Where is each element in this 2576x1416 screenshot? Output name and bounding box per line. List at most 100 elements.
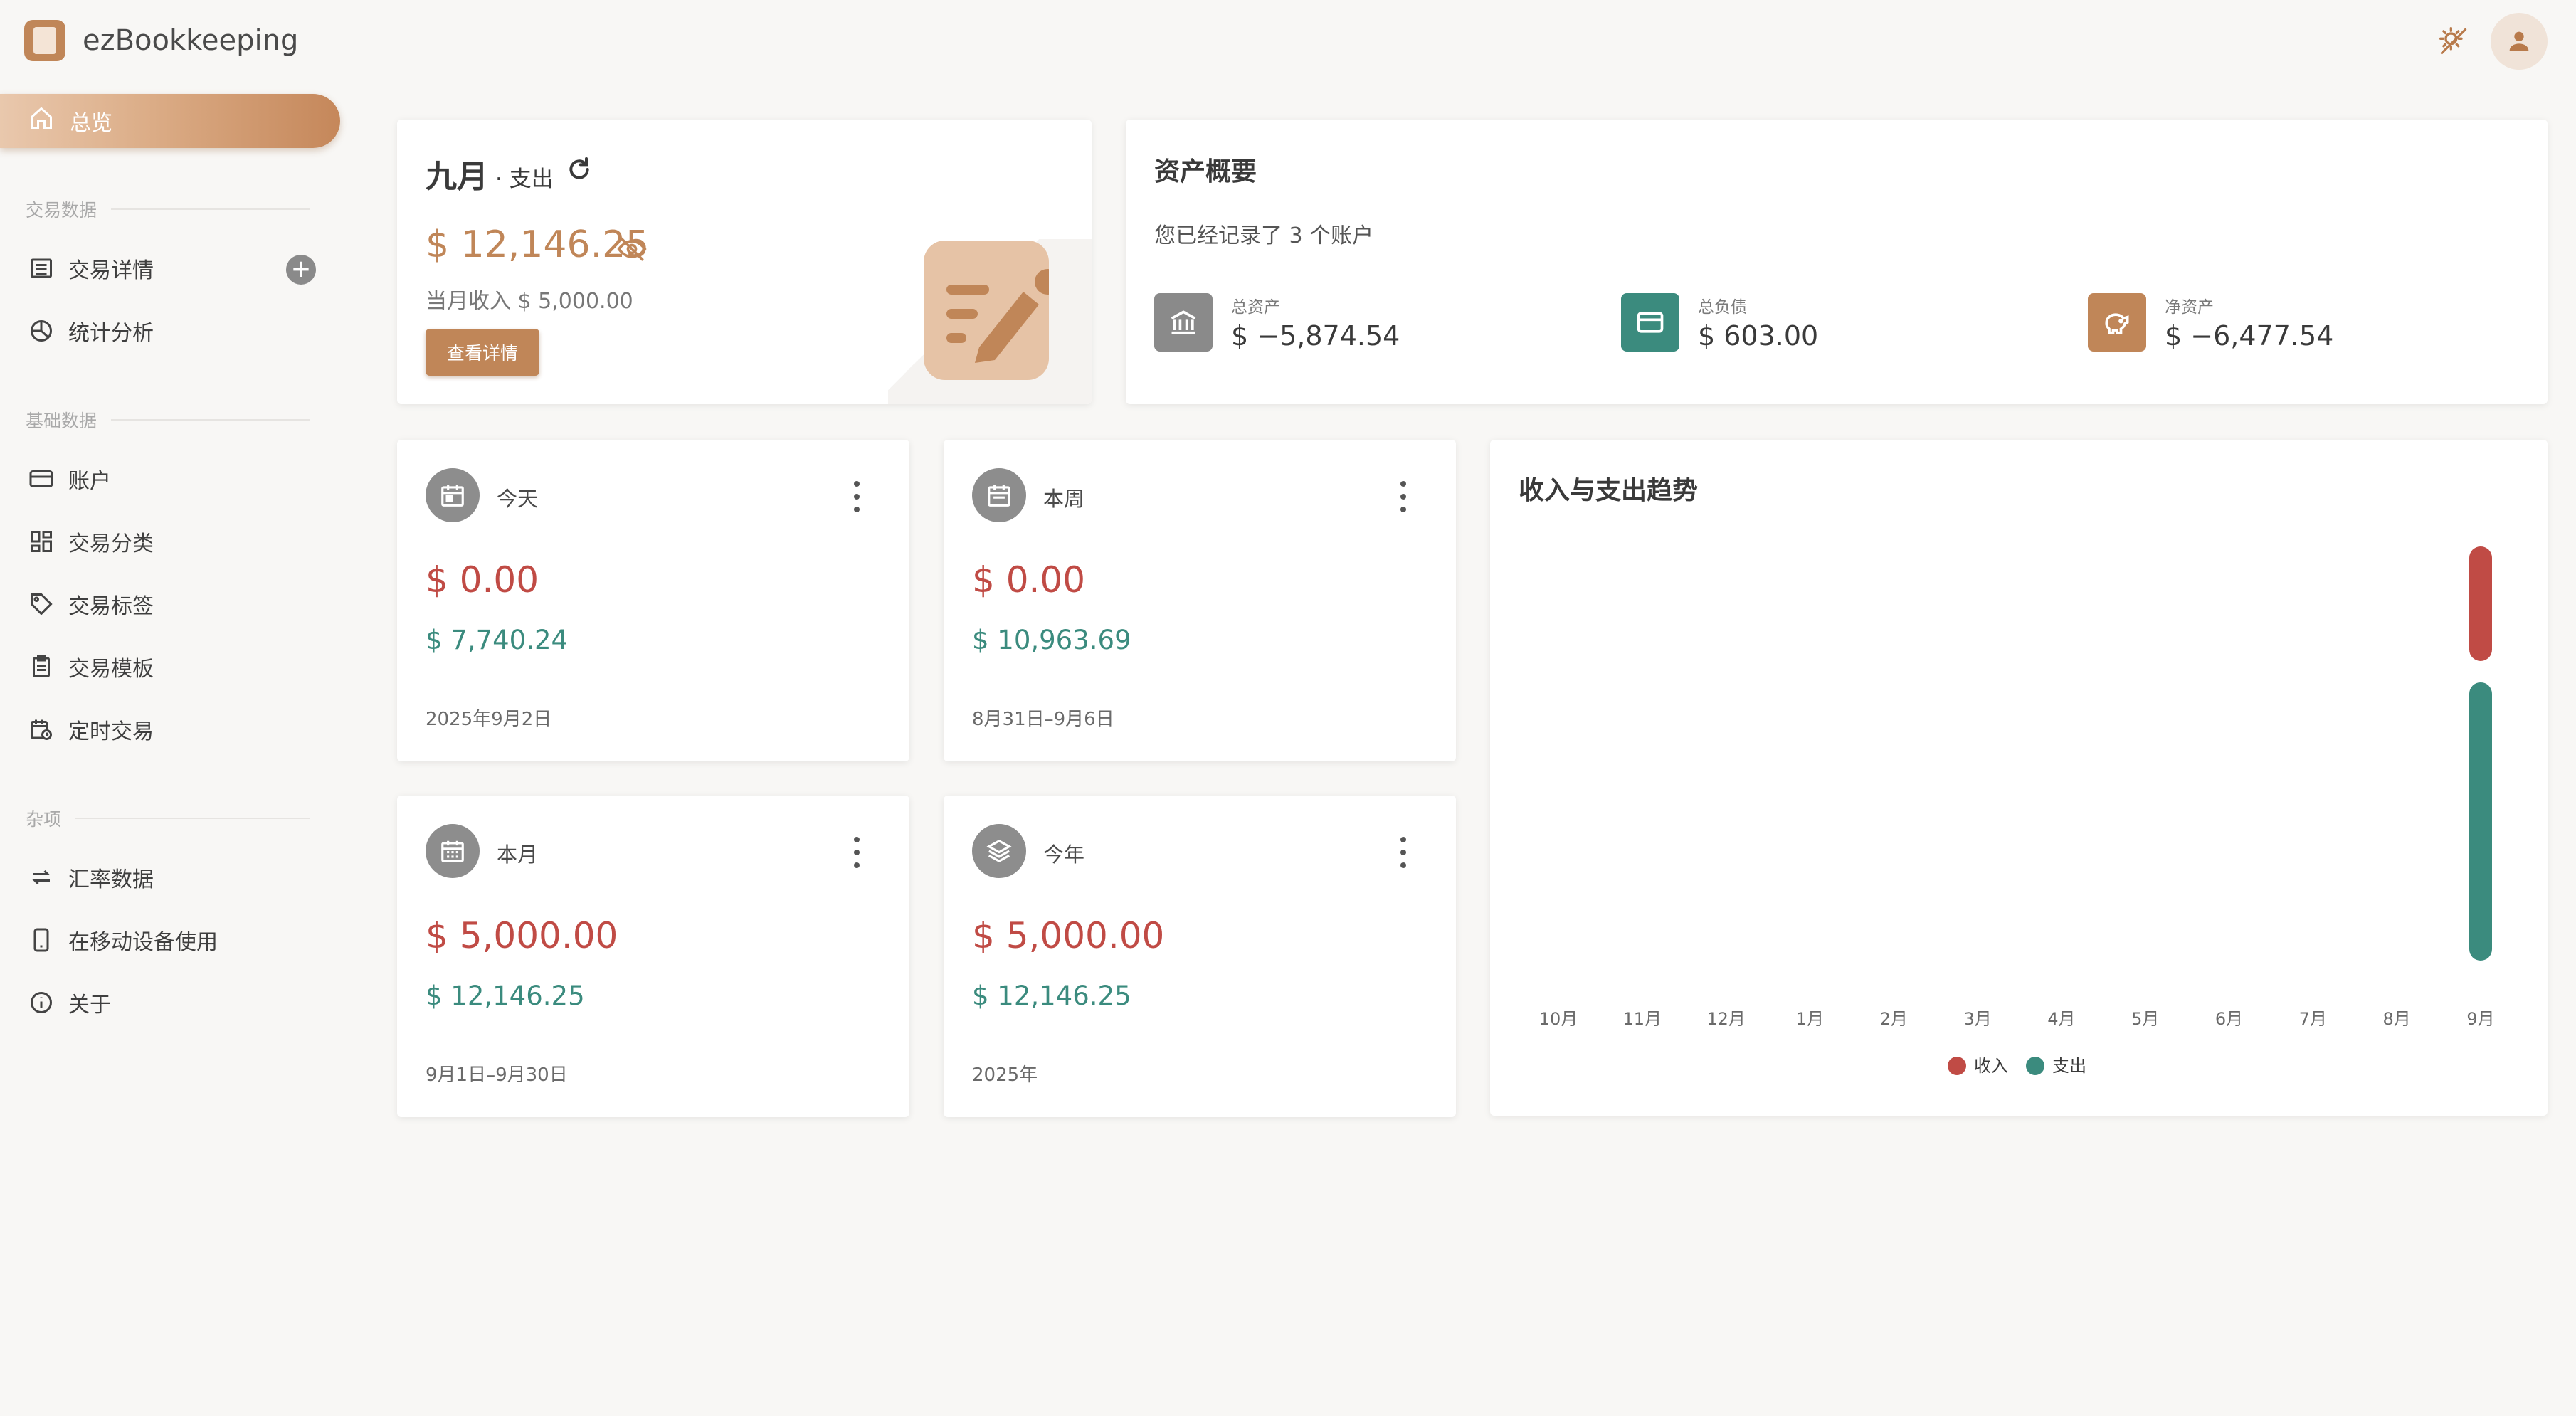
section-label: 基础数据 <box>26 411 97 431</box>
tag-icon <box>26 588 57 620</box>
more-menu-icon[interactable] <box>850 475 864 518</box>
x-tick-label: 4月 <box>2047 1009 2075 1029</box>
more-menu-icon[interactable] <box>1396 831 1410 874</box>
nav-item-label: 统计分析 <box>68 321 154 346</box>
view-details-button[interactable]: 查看详情 <box>426 329 539 376</box>
user-icon <box>2509 31 2529 51</box>
credit-card-icon <box>26 463 57 495</box>
bar-收入[interactable] <box>2469 546 2492 661</box>
net-assets: 净资产 $ −6,477.54 <box>2088 293 2333 352</box>
nav-item-label: 总览 <box>70 111 112 136</box>
clipboard-icon <box>26 651 57 682</box>
nav-item-accounts[interactable]: 账户 <box>26 454 324 504</box>
legend-label[interactable]: 收入 <box>1974 1056 2008 1076</box>
stat-label: 本月 <box>497 842 539 867</box>
sidebar: 总览 交易数据 交易详情 + 统计分析 基础数据 账户 交易分类 交易标签 交易… <box>0 84 349 1416</box>
asset-value: $ 603.00 <box>1698 320 1819 352</box>
stat-card-month: 本月 $ 5,000.00 $ 12,146.25 9月1日–9月30日 <box>397 796 909 1117</box>
x-tick-label: 10月 <box>1539 1009 1578 1029</box>
stat-expense: $ 0.00 <box>426 559 539 601</box>
section-basic: 基础数据 <box>26 407 311 433</box>
stat-income: $ 12,146.25 <box>972 981 1131 1011</box>
section-misc: 杂项 <box>26 805 311 831</box>
nav-item-label: 交易标签 <box>68 594 154 619</box>
stat-card-year: 今年 $ 5,000.00 $ 12,146.25 2025年 <box>944 796 1456 1117</box>
account-count-note: 您已经记录了 3 个账户 <box>1154 223 1374 248</box>
calendar-month-icon <box>426 824 480 878</box>
x-tick-label: 8月 <box>2383 1009 2411 1029</box>
nav-item-mobile[interactable]: 在移动设备使用 <box>26 915 324 965</box>
bar-支出[interactable] <box>2469 682 2492 961</box>
pie-chart-icon <box>26 315 57 347</box>
asset-label: 总资产 <box>1231 298 1280 317</box>
stat-income: $ 12,146.25 <box>426 981 585 1011</box>
section-transactions: 交易数据 <box>26 196 311 222</box>
mobile-icon <box>26 924 57 956</box>
x-tick-label: 9月 <box>2466 1009 2494 1029</box>
month-subtitle: · 支出 <box>495 167 554 192</box>
month-title: 九月 <box>426 159 488 195</box>
notebook-edit-icon <box>924 241 1060 380</box>
stat-expense: $ 5,000.00 <box>426 915 618 956</box>
stat-label: 本周 <box>1043 487 1085 511</box>
total-assets: 总资产 $ −5,874.54 <box>1154 293 1400 352</box>
section-label: 杂项 <box>26 809 62 830</box>
layers-icon <box>972 824 1026 878</box>
nav-item-label: 账户 <box>68 469 111 494</box>
nav-item-label: 汇率数据 <box>68 867 154 892</box>
asset-value: $ −5,874.54 <box>1231 320 1400 352</box>
app-header: ezBookkeeping <box>0 0 2576 84</box>
nav-item-tags[interactable]: 交易标签 <box>26 579 324 629</box>
bank-icon <box>1154 293 1213 352</box>
calendar-clock-icon <box>26 714 57 745</box>
user-avatar[interactable] <box>2491 13 2548 70</box>
nav-item-label: 在移动设备使用 <box>68 930 218 955</box>
list-icon <box>26 253 57 284</box>
x-tick-label: 3月 <box>1963 1009 1991 1029</box>
nav-item-categories[interactable]: 交易分类 <box>26 517 324 566</box>
more-menu-icon[interactable] <box>850 831 864 874</box>
theme-toggle-icon[interactable] <box>2432 20 2475 63</box>
legend-marker[interactable] <box>2026 1057 2044 1075</box>
exchange-icon <box>26 862 57 893</box>
nav-item-label: 定时交易 <box>68 719 154 744</box>
stat-card-today: 今天 $ 0.00 $ 7,740.24 2025年9月2日 <box>397 440 909 761</box>
piggy-bank-icon <box>2088 293 2146 352</box>
asset-value: $ −6,477.54 <box>2165 320 2334 352</box>
section-label: 交易数据 <box>26 200 97 221</box>
info-icon <box>26 987 57 1018</box>
nav-item-templates[interactable]: 交易模板 <box>26 642 324 692</box>
nav-item-label: 关于 <box>68 993 111 1018</box>
x-tick-label: 2月 <box>1880 1009 1908 1029</box>
stat-income: $ 10,963.69 <box>972 625 1131 655</box>
nav-item-exchange-rates[interactable]: 汇率数据 <box>26 852 324 902</box>
refresh-icon[interactable] <box>565 155 593 186</box>
nav-item-scheduled[interactable]: 定时交易 <box>26 704 324 754</box>
asset-label: 总负债 <box>1698 298 1747 317</box>
stat-range: 9月1日–9月30日 <box>426 1064 568 1086</box>
app-logo <box>24 20 65 61</box>
stat-label: 今天 <box>497 487 539 511</box>
nav-item-about[interactable]: 关于 <box>26 978 324 1027</box>
stat-expense: $ 0.00 <box>972 559 1086 601</box>
asset-label: 净资产 <box>2165 298 2214 317</box>
stat-label: 今年 <box>1043 842 1085 867</box>
nav-item-label: 交易模板 <box>68 657 154 682</box>
nav-item-overview[interactable]: 总览 <box>0 94 340 148</box>
hide-amount-icon[interactable] <box>616 233 648 268</box>
x-tick-label: 5月 <box>2131 1009 2159 1029</box>
calendar-icon <box>426 468 480 522</box>
stat-expense: $ 5,000.00 <box>972 915 1165 956</box>
x-tick-label: 12月 <box>1706 1009 1746 1029</box>
add-transaction-button[interactable]: + <box>286 255 316 285</box>
trend-chart-card: 收入与支出趋势 10月 11月 12月 1月 2月 3月 4月 5月 6月 7月 8月 9月 收入 支出 <box>1490 440 2548 1116</box>
x-tick-label: 7月 <box>2299 1009 2327 1029</box>
nav-item-transaction-details[interactable]: 交易详情 <box>26 243 324 293</box>
legend-label[interactable]: 支出 <box>2052 1056 2086 1076</box>
stat-range: 8月31日–9月6日 <box>972 709 1114 730</box>
credit-card-icon <box>1621 293 1679 352</box>
more-menu-icon[interactable] <box>1396 475 1410 518</box>
app-title: ezBookkeeping <box>83 24 299 57</box>
legend-marker[interactable] <box>1948 1057 1966 1075</box>
nav-item-statistics[interactable]: 统计分析 <box>26 306 324 356</box>
